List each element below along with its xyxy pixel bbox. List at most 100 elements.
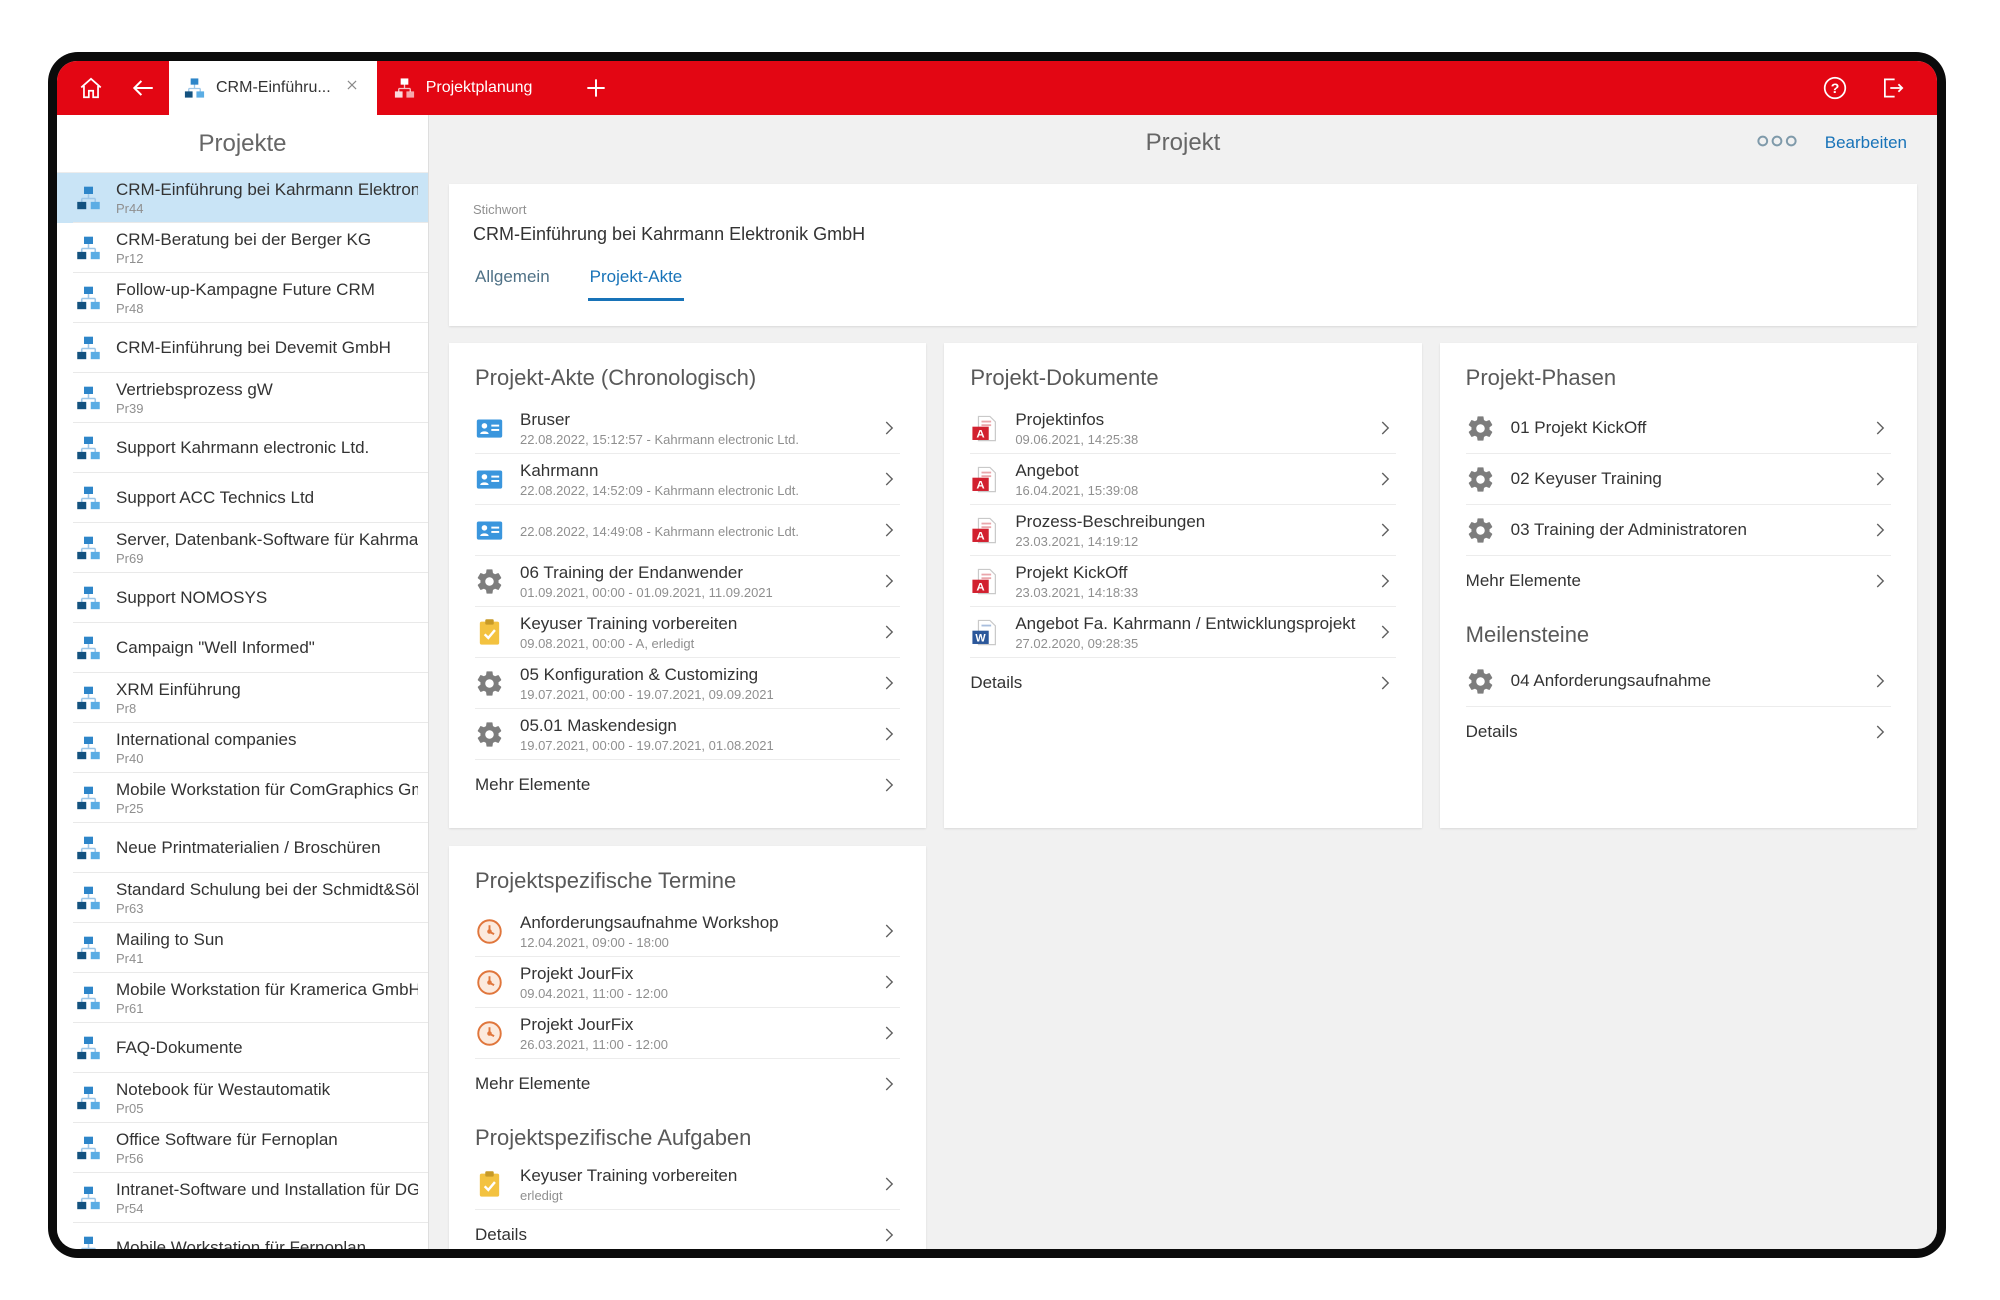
app-window: CRM-Einführu... Projektplanung Projekte … (48, 52, 1946, 1258)
akte-list-item[interactable]: Kahrmann 22.08.2022, 14:52:09 - Kahrmann … (475, 454, 901, 505)
termin-list-item[interactable]: Projekt JourFix 09.04.2021, 11:00 - 12:00 (475, 957, 901, 1008)
chevron-right-icon (1374, 570, 1396, 592)
chevron-right-icon (878, 468, 900, 490)
project-code: Pr63 (116, 901, 144, 916)
edit-button[interactable]: Bearbeiten (1825, 133, 1907, 153)
sidebar-item-project[interactable]: CRM-Einführung bei Kahrmann Elektroni...… (57, 173, 428, 223)
sidebar-item-project[interactable]: Server, Datenbank-Software für Kahrman..… (57, 523, 428, 573)
sidebar-item-project[interactable]: International companies Pr40 (57, 723, 428, 773)
sidebar-item-project[interactable]: FAQ-Dokumente (57, 1023, 428, 1073)
projekt-phasen-card: Projekt-Phasen 01 Projekt KickOff 02 Key… (1439, 343, 1917, 828)
more-elements-button[interactable]: Mehr Elemente (475, 1059, 900, 1109)
card-title: Projekt-Phasen (1465, 365, 1617, 390)
item-title: Angebot (1015, 460, 1079, 480)
chevron-right-icon (878, 1022, 900, 1044)
contact-icon (475, 465, 504, 494)
chevron-right-icon (1869, 519, 1891, 541)
home-button[interactable] (65, 61, 117, 115)
project-icon (75, 285, 102, 312)
sidebar-item-project[interactable]: Neue Printmaterialien / Broschüren (57, 823, 428, 873)
more-elements-button[interactable]: Mehr Elemente (1466, 556, 1891, 606)
back-button[interactable] (117, 61, 169, 115)
logout-button[interactable] (1867, 75, 1919, 101)
akte-list-item[interactable]: Bruser 22.08.2022, 15:12:57 - Kahrmann el… (475, 403, 901, 454)
footer-label: Details (1465, 722, 1518, 741)
close-tab-button[interactable] (345, 78, 365, 98)
phase-list-item[interactable]: 03 Training der Administratoren (1465, 505, 1891, 556)
document-list-item[interactable]: Prozess-Beschreibungen 23.03.2021, 14:19:… (970, 505, 1396, 556)
project-code: Pr48 (116, 301, 144, 316)
tab-projektplanung[interactable]: Projektplanung (377, 61, 549, 115)
sidebar-item-project[interactable]: Intranet-Software und Installation für D… (57, 1173, 428, 1223)
akte-list-item[interactable]: 06 Training der Endanwender 01.09.2021, 0… (475, 556, 901, 607)
sidebar-item-project[interactable]: Support Kahrmann electronic Ltd. (57, 423, 428, 473)
close-icon (345, 78, 359, 92)
task-icon (475, 618, 504, 647)
document-list-item[interactable]: Projektinfos 09.06.2021, 14:25:38 (970, 403, 1396, 454)
item-subtitle: erledigt (520, 1187, 563, 1203)
details-button[interactable]: Details (1466, 707, 1891, 757)
card-title: Projekt-Akte (Chronologisch) (475, 365, 757, 390)
main-panel: Projekt Bearbeiten Stichwort CRM-Einführ… (429, 115, 1937, 1249)
new-tab-button[interactable] (570, 61, 622, 115)
project-name: Vertriebsprozess gW (116, 380, 273, 399)
project-icon (75, 1235, 102, 1250)
sidebar-item-project[interactable]: XRM Einführung Pr8 (57, 673, 428, 723)
sidebar-item-project[interactable]: Mobile Workstation für Fernoplan (57, 1223, 428, 1249)
akte-list-item[interactable]: 05.01 Maskendesign 19.07.2021, 00:00 - 19… (475, 709, 901, 760)
item-title: 06 Training der Endanwender (520, 562, 744, 582)
projekt-dokumente-card: Projekt-Dokumente Projektinfos 09.06.2021… (944, 343, 1422, 828)
termin-list-item[interactable]: Projekt JourFix 26.03.2021, 11:00 - 12:00 (475, 1008, 901, 1059)
milestone-list-item[interactable]: 04 Anforderungsaufnahme (1465, 656, 1891, 707)
sidebar-item-project[interactable]: Follow-up-Kampagne Future CRM Pr48 (57, 273, 428, 323)
more-actions-button[interactable] (1755, 133, 1799, 153)
chevron-right-icon (1869, 417, 1891, 439)
sidebar-item-project[interactable]: Standard Schulung bei der Schmidt&Söh...… (57, 873, 428, 923)
aufgabe-list-item[interactable]: Keyuser Training vorbereiten erledigt (475, 1159, 901, 1210)
akte-list-item[interactable]: 22.08.2022, 14:49:08 - Kahrmann electron… (475, 505, 901, 556)
sidebar-item-project[interactable]: Support ACC Technics Ltd (57, 473, 428, 523)
project-icon (75, 985, 102, 1012)
home-icon (78, 75, 104, 101)
project-code: Pr69 (116, 551, 144, 566)
phase-list-item[interactable]: 01 Projekt KickOff (1465, 403, 1891, 454)
help-button[interactable] (1809, 75, 1861, 101)
project-name: Campaign "Well Informed" (116, 638, 315, 657)
termin-list-item[interactable]: Anforderungsaufnahme Workshop 12.04.2021,… (475, 906, 901, 957)
document-list-item[interactable]: Angebot 16.04.2021, 15:39:08 (970, 454, 1396, 505)
akte-list-item[interactable]: 05 Konfiguration & Customizing 19.07.2021… (475, 658, 901, 709)
document-list-item[interactable]: Angebot Fa. Kahrmann / Entwicklungsproje… (970, 607, 1396, 658)
sidebar-item-project[interactable]: Vertriebsprozess gW Pr39 (57, 373, 428, 423)
item-subtitle: 16.04.2021, 15:39:08 (1015, 482, 1139, 498)
item-subtitle: 22.08.2022, 15:12:57 - Kahrmann electron… (520, 431, 799, 447)
project-icon (75, 885, 102, 912)
project-name: Office Software für Fernoplan (116, 1130, 338, 1149)
sidebar-item-project[interactable]: Mobile Workstation für Kramerica GmbH Pr6… (57, 973, 428, 1023)
sidebar-item-project[interactable]: Campaign "Well Informed" (57, 623, 428, 673)
project-icon (75, 185, 102, 212)
document-list-item[interactable]: Projekt KickOff 23.03.2021, 14:18:33 (970, 556, 1396, 607)
chevron-right-icon (1374, 519, 1396, 541)
item-title: Prozess-Beschreibungen (1015, 511, 1206, 531)
phase-list-item[interactable]: 02 Keyuser Training (1465, 454, 1891, 505)
sidebar-item-project[interactable]: Notebook für Westautomatik Pr05 (57, 1073, 428, 1123)
details-button[interactable]: Details (475, 1210, 900, 1249)
sidebar-item-project[interactable]: CRM-Beratung bei der Berger KG Pr12 (57, 223, 428, 273)
sidebar-item-project[interactable]: Mobile Workstation für ComGraphics Gm...… (57, 773, 428, 823)
sidebar-item-project[interactable]: Office Software für Fernoplan Pr56 (57, 1123, 428, 1173)
tab-projekt-akte[interactable]: Projekt-Akte (587, 267, 685, 301)
task-icon (475, 1170, 504, 1199)
chevron-right-icon (878, 1224, 900, 1246)
item-subtitle: 09.04.2021, 11:00 - 12:00 (520, 985, 668, 1001)
chevron-right-icon (878, 519, 900, 541)
tab-label: CRM-Einführu... (216, 79, 331, 96)
details-button[interactable]: Details (970, 658, 1395, 708)
akte-list-item[interactable]: Keyuser Training vorbereiten 09.08.2021, … (475, 607, 901, 658)
tab-allgemein[interactable]: Allgemein (473, 267, 552, 301)
sidebar-item-project[interactable]: Mailing to Sun Pr41 (57, 923, 428, 973)
sidebar-item-project[interactable]: Support NOMOSYS (57, 573, 428, 623)
more-elements-button[interactable]: Mehr Elemente (475, 760, 900, 810)
sidebar-item-project[interactable]: CRM-Einführung bei Devemit GmbH (57, 323, 428, 373)
project-name: CRM-Einführung bei Devemit GmbH (116, 338, 391, 357)
tab-crm-einfuehrung[interactable]: CRM-Einführu... (169, 61, 377, 115)
